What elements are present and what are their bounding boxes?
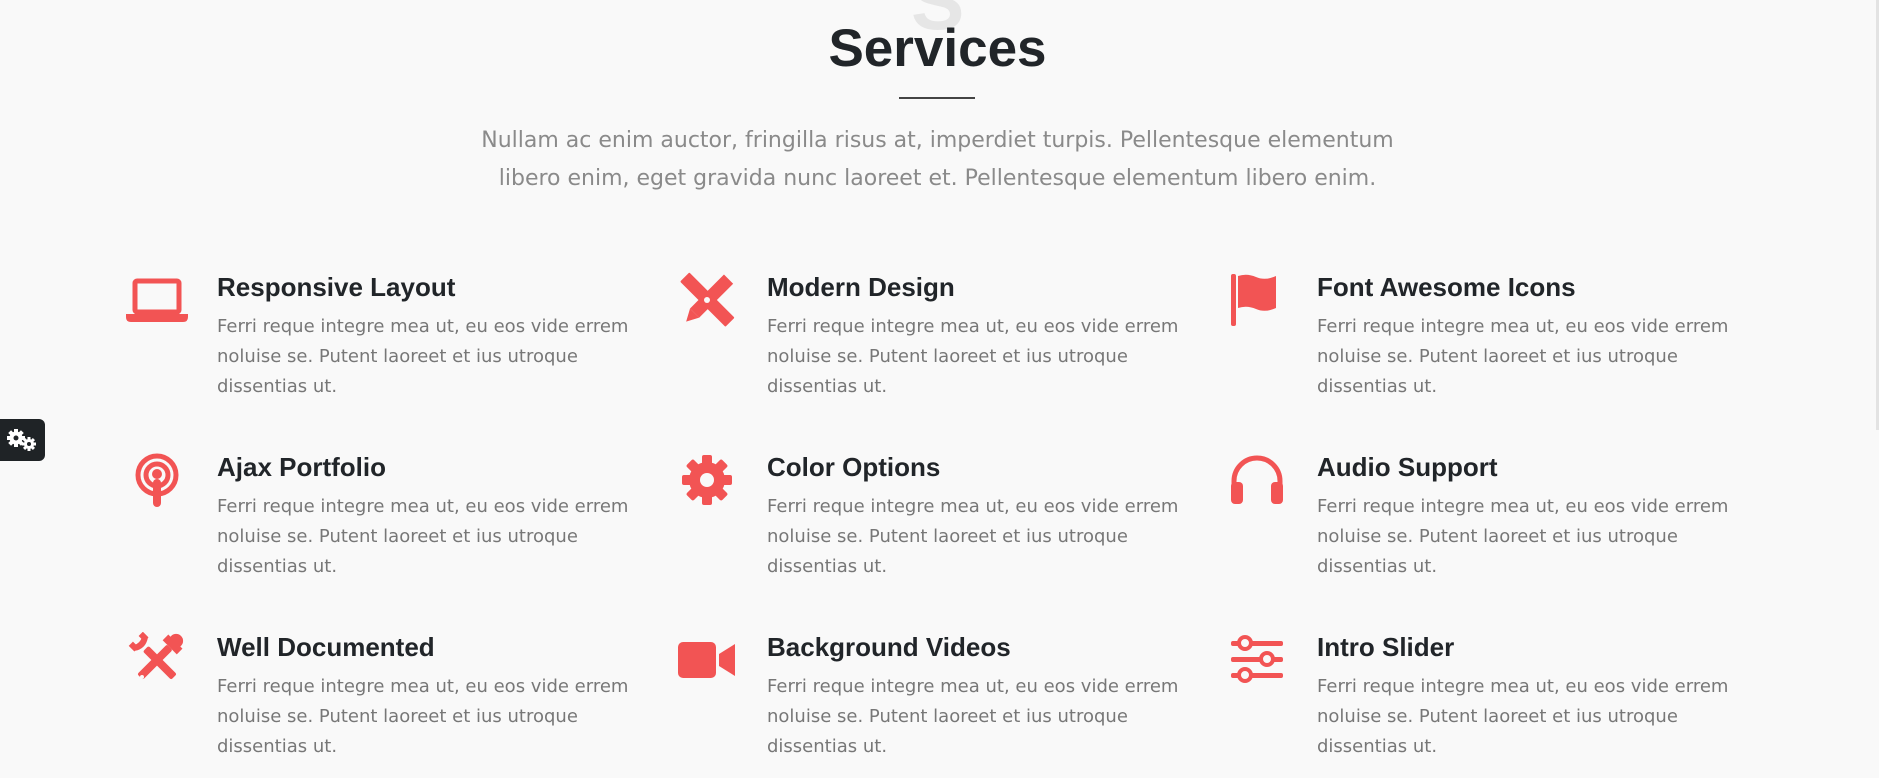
feature-title: Well Documented [217,632,435,662]
gears-icon [7,429,36,451]
feature-title: Responsive Layout [217,272,456,302]
feature-audio-support: Audio Support Ferri reque integre mea ut… [1225,452,1728,582]
feature-text: Ferri reque integre mea ut, eu eos vide … [217,496,629,577]
feature-font-awesome-icons: Font Awesome Icons Ferri reque integre m… [1225,272,1728,402]
podcast-icon [125,452,189,508]
feature-text: Ferri reque integre mea ut, eu eos vide … [1317,496,1729,577]
feature-title: Audio Support [1317,452,1498,482]
feature-color-options: Color Options Ferri reque integre mea ut… [675,452,1178,582]
style-switcher-toggle[interactable] [0,419,45,461]
tools-icon [125,632,189,688]
feature-title: Modern Design [767,272,955,302]
feature-text: Ferri reque integre mea ut, eu eos vide … [217,316,629,397]
feature-title: Intro Slider [1317,632,1455,662]
feature-responsive-layout: Responsive Layout Ferri reque integre me… [125,272,628,402]
feature-background-videos: Background Videos Ferri reque integre me… [675,632,1178,762]
feature-text: Ferri reque integre mea ut, eu eos vide … [767,496,1179,577]
feature-ajax-portfolio: Ajax Portfolio Ferri reque integre mea u… [125,452,628,582]
laptop-icon [125,272,189,328]
section-lead: Nullam ac enim auctor, fringilla risus a… [481,128,1394,191]
headphones-icon [1225,452,1289,508]
feature-title: Ajax Portfolio [217,452,387,482]
pencil-ruler-icon [675,272,739,328]
feature-modern-design: Modern Design Ferri reque integre mea ut… [675,272,1178,402]
feature-well-documented: Well Documented Ferri reque integre mea … [125,632,628,762]
feature-intro-slider: Intro Slider Ferri reque integre mea ut,… [1225,632,1728,762]
feature-text: Ferri reque integre mea ut, eu eos vide … [767,676,1179,757]
feature-text: Ferri reque integre mea ut, eu eos vide … [1317,676,1729,757]
gear-icon [675,452,739,508]
sliders-icon [1225,632,1289,688]
title-divider [899,97,975,99]
feature-text: Ferri reque integre mea ut, eu eos vide … [217,676,629,757]
feature-title: Color Options [767,452,941,482]
section-title: Services [828,19,1047,78]
feature-text: Ferri reque integre mea ut, eu eos vide … [767,316,1179,397]
video-camera-icon [675,632,739,688]
feature-title: Font Awesome Icons [1317,272,1576,302]
services-section: S Services Nullam ac enim auctor, fringi… [0,0,1879,778]
flag-icon [1225,272,1289,328]
feature-text: Ferri reque integre mea ut, eu eos vide … [1317,316,1729,397]
feature-title: Background Videos [767,632,1011,662]
